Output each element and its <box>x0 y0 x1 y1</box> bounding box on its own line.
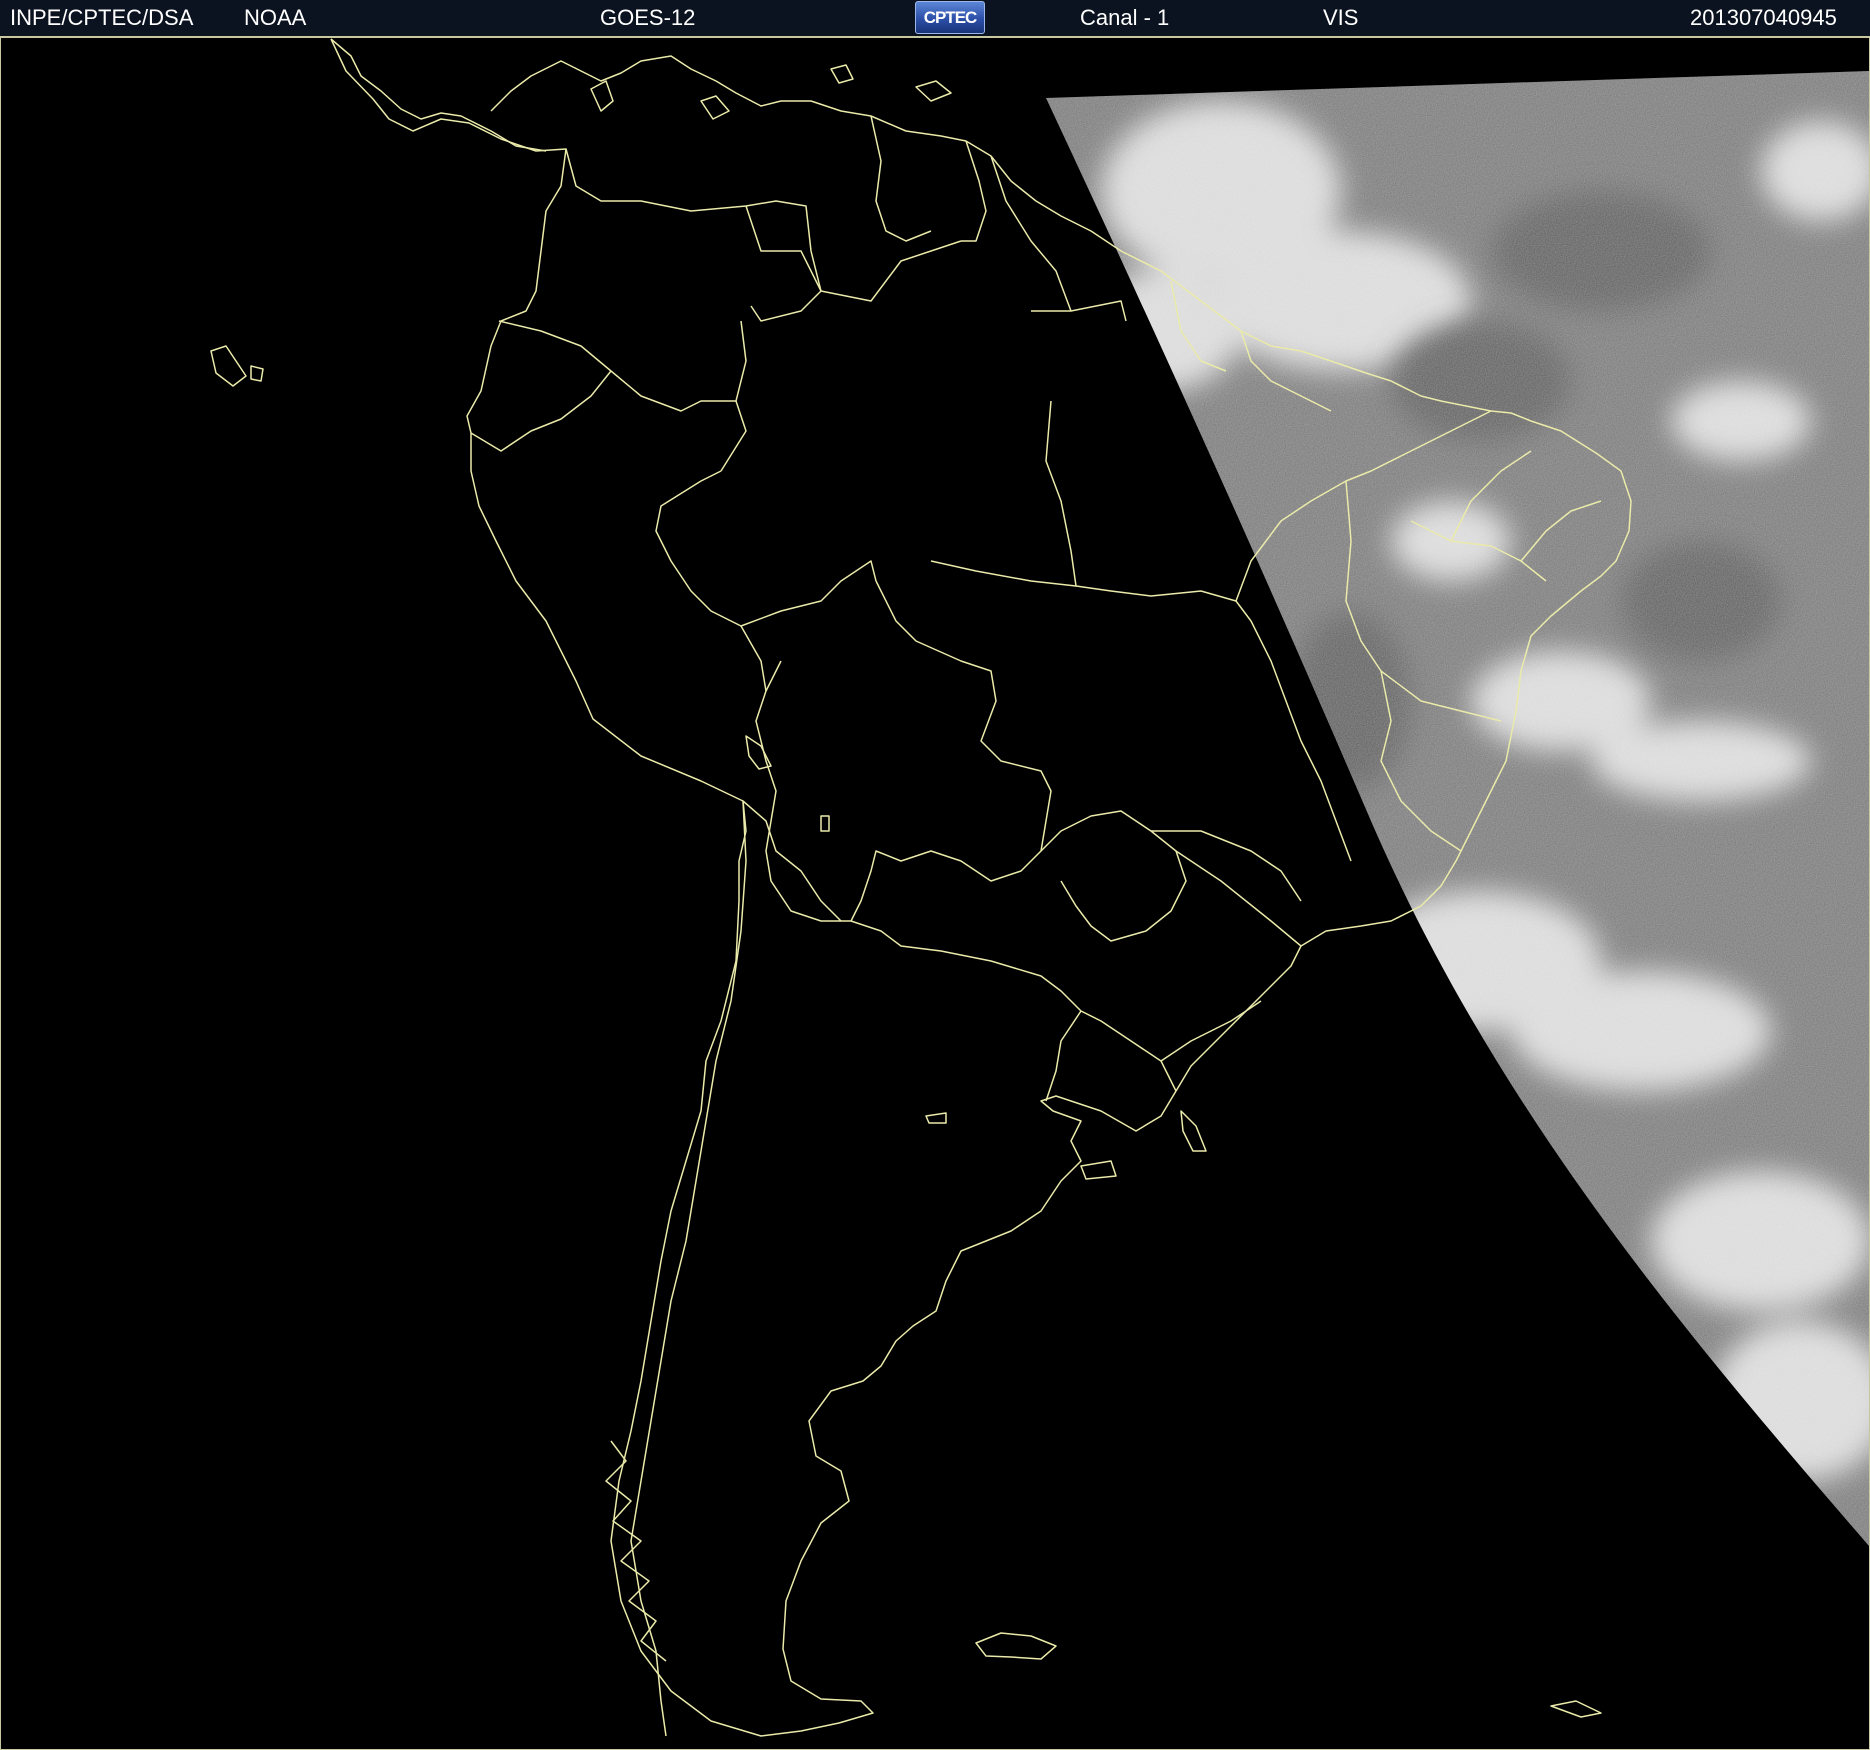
satellite-map <box>1 38 1869 1749</box>
timestamp-label: 201307040945 <box>1690 5 1837 30</box>
image-header-bar: INPE/CPTEC/DSA NOAA GOES-12 CPTEC Canal … <box>0 0 1870 37</box>
satellite-image-viewer: INPE/CPTEC/DSA NOAA GOES-12 CPTEC Canal … <box>0 0 1870 1750</box>
channel-label: Canal - 1 <box>1080 5 1170 30</box>
map-frame <box>0 37 1870 1750</box>
org-label: INPE/CPTEC/DSA <box>10 5 194 30</box>
cptec-logo: CPTEC <box>915 1 985 34</box>
agency-label: NOAA <box>244 5 307 30</box>
logo-text: CPTEC <box>923 8 978 27</box>
satellite-label: GOES-12 <box>600 5 696 30</box>
band-label: VIS <box>1323 5 1359 30</box>
